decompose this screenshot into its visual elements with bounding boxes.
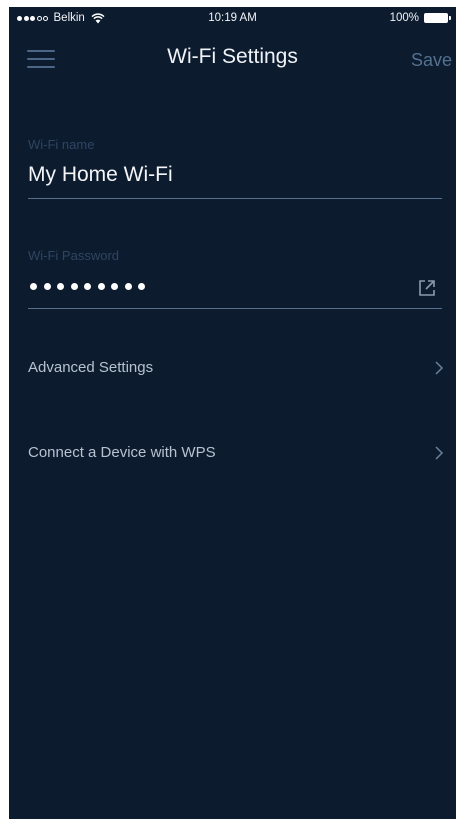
connect-wps-label: Connect a Device with WPS (28, 444, 216, 461)
password-mask-dot (84, 283, 91, 290)
status-bar: Belkin 10:19 AM 100% (9, 7, 456, 31)
battery-icon (424, 13, 451, 23)
header: Wi-Fi Settings Save (9, 31, 456, 91)
page-title: Wi-Fi Settings (167, 45, 298, 68)
password-mask-dot (111, 283, 118, 290)
password-mask-dot (57, 283, 64, 290)
wifi-name-divider (28, 198, 442, 199)
advanced-settings-label: Advanced Settings (28, 359, 154, 376)
wifi-name-input[interactable]: My Home Wi-Fi (28, 163, 173, 187)
share-icon[interactable] (416, 277, 438, 299)
status-right: 100% (389, 12, 451, 24)
chevron-right-icon (435, 361, 444, 375)
connect-wps-row[interactable]: Connect a Device with WPS (9, 434, 456, 474)
advanced-settings-row[interactable]: Advanced Settings (9, 349, 456, 389)
password-mask-dot (30, 283, 37, 290)
password-mask-dot (70, 283, 78, 290)
battery-percentage: 100% (389, 12, 419, 24)
wifi-password-label: Wi-Fi Password (28, 248, 120, 263)
wifi-password-divider (28, 308, 442, 309)
phone-screen: Belkin 10:19 AM 100% Wi-Fi Settings Save… (9, 7, 456, 819)
password-mask-dot (97, 283, 105, 290)
password-mask-dot (43, 283, 51, 290)
save-button[interactable]: Save (411, 50, 452, 71)
password-mask-dot (124, 283, 132, 290)
password-mask-dot (138, 283, 145, 290)
wifi-name-label: Wi-Fi name (28, 137, 95, 152)
chevron-right-icon (435, 446, 444, 460)
wifi-password-field[interactable] (30, 283, 152, 290)
